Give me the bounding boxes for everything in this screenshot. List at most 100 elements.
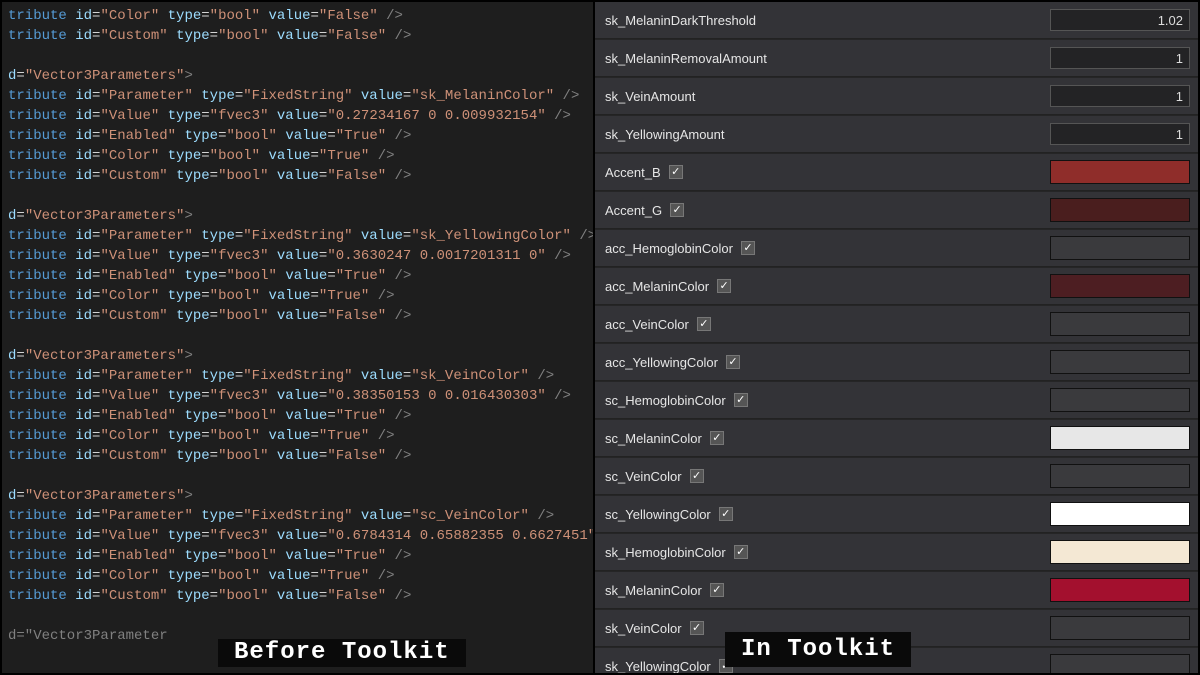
color-swatch[interactable]: [1050, 426, 1190, 450]
property-row-color: acc_YellowingColor ✓: [595, 344, 1198, 381]
property-label: sk_MelaninColor: [605, 583, 702, 598]
code-line: tribute id="Value" type="fvec3" value="0…: [8, 246, 587, 266]
code-line: tribute id="Color" type="bool" value="Fa…: [8, 6, 587, 26]
caption-before-toolkit: Before Toolkit: [218, 639, 466, 667]
property-row-numeric: sk_YellowingAmount 1: [595, 116, 1198, 153]
property-label: sk_YellowingColor: [605, 659, 711, 674]
code-line: tribute id="Parameter" type="FixedString…: [8, 226, 587, 246]
property-label: Accent_G: [605, 203, 662, 218]
checkbox-icon[interactable]: ✓: [697, 317, 711, 331]
property-row-color: sc_VeinColor ✓: [595, 458, 1198, 495]
code-line: tribute id="Parameter" type="FixedString…: [8, 86, 587, 106]
blank-line: [8, 46, 587, 66]
code-line: tribute id="Color" type="bool" value="Tr…: [8, 286, 587, 306]
property-row-color: sc_HemoglobinColor ✓: [595, 382, 1198, 419]
property-row-numeric: sk_MelaninDarkThreshold 1.02: [595, 2, 1198, 39]
property-label: sk_MelaninDarkThreshold: [605, 13, 756, 28]
property-row-color: Accent_G ✓: [595, 192, 1198, 229]
checkbox-icon[interactable]: ✓: [734, 545, 748, 559]
blank-line: [8, 606, 587, 626]
code-line: tribute id="Value" type="fvec3" value="0…: [8, 106, 587, 126]
property-row-color: sk_HemoglobinColor ✓: [595, 534, 1198, 571]
property-label: acc_YellowingColor: [605, 355, 718, 370]
property-row-color: acc_VeinColor ✓: [595, 306, 1198, 343]
property-label: sk_YellowingAmount: [605, 127, 724, 142]
code-line: tribute id="Value" type="fvec3" value="0…: [8, 526, 587, 546]
property-row-color: sc_MelaninColor ✓: [595, 420, 1198, 457]
checkbox-icon[interactable]: ✓: [726, 355, 740, 369]
color-swatch[interactable]: [1050, 616, 1190, 640]
property-list: sk_MelaninDarkThreshold 1.02 sk_MelaninRem…: [595, 2, 1198, 673]
property-label: sk_HemoglobinColor: [605, 545, 726, 560]
property-row-color: acc_HemoglobinColor ✓: [595, 230, 1198, 267]
numeric-input[interactable]: 1: [1050, 123, 1190, 145]
property-row-color: acc_MelaninColor ✓: [595, 268, 1198, 305]
color-swatch[interactable]: [1050, 578, 1190, 602]
color-swatch[interactable]: [1050, 198, 1190, 222]
checkbox-icon[interactable]: ✓: [710, 583, 724, 597]
property-label: sk_VeinAmount: [605, 89, 695, 104]
property-label: Accent_B: [605, 165, 661, 180]
color-swatch[interactable]: [1050, 274, 1190, 298]
property-label: acc_HemoglobinColor: [605, 241, 733, 256]
property-label: acc_MelaninColor: [605, 279, 709, 294]
numeric-input[interactable]: 1: [1050, 85, 1190, 107]
property-label: sc_MelaninColor: [605, 431, 702, 446]
code-line: d="Vector3Parameters">: [8, 66, 587, 86]
numeric-input[interactable]: 1.02: [1050, 9, 1190, 31]
checkbox-icon[interactable]: ✓: [717, 279, 731, 293]
checkbox-icon[interactable]: ✓: [690, 469, 704, 483]
code-line: tribute id="Value" type="fvec3" value="0…: [8, 386, 587, 406]
code-line: tribute id="Parameter" type="FixedString…: [8, 366, 587, 386]
checkbox-icon[interactable]: ✓: [670, 203, 684, 217]
code-panel: tribute id="Color" type="bool" value="Fa…: [2, 2, 595, 673]
blank-line: [8, 326, 587, 346]
color-swatch[interactable]: [1050, 350, 1190, 374]
checkbox-icon[interactable]: ✓: [690, 621, 704, 635]
code-line: tribute id="Color" type="bool" value="Tr…: [8, 426, 587, 446]
color-swatch[interactable]: [1050, 312, 1190, 336]
blank-line: [8, 466, 587, 486]
property-label: sc_HemoglobinColor: [605, 393, 726, 408]
code-line: tribute id="Enabled" type="bool" value="…: [8, 546, 587, 566]
code-line: tribute id="Enabled" type="bool" value="…: [8, 126, 587, 146]
code-line: tribute id="Custom" type="bool" value="F…: [8, 446, 587, 466]
code-line: d="Vector3Parameters">: [8, 346, 587, 366]
checkbox-icon[interactable]: ✓: [710, 431, 724, 445]
property-label: sc_VeinColor: [605, 469, 682, 484]
code-line: d="Vector3Parameters">: [8, 206, 587, 226]
color-swatch[interactable]: [1050, 160, 1190, 184]
caption-in-toolkit: In Toolkit: [725, 632, 911, 667]
blank-line: [8, 186, 587, 206]
color-swatch[interactable]: [1050, 540, 1190, 564]
code-line: tribute id="Custom" type="bool" value="F…: [8, 166, 587, 186]
property-label: acc_VeinColor: [605, 317, 689, 332]
checkbox-icon[interactable]: ✓: [734, 393, 748, 407]
property-row-color: sc_YellowingColor✓: [595, 496, 1198, 533]
code-line: d="Vector3Parameters">: [8, 486, 587, 506]
property-panel: sk_MelaninDarkThreshold 1.02 sk_MelaninRem…: [595, 2, 1198, 673]
color-swatch[interactable]: [1050, 236, 1190, 260]
code-line: tribute id="Custom" type="bool" value="F…: [8, 26, 587, 46]
code-line: tribute id="Custom" type="bool" value="F…: [8, 306, 587, 326]
xml-code: tribute id="Color" type="bool" value="Fa…: [8, 6, 587, 646]
property-label: sk_MelaninRemovalAmount: [605, 51, 767, 66]
property-row-numeric: sk_VeinAmount 1: [595, 78, 1198, 115]
checkbox-icon[interactable]: ✓: [741, 241, 755, 255]
property-label: sk_VeinColor: [605, 621, 682, 636]
code-line: tribute id="Enabled" type="bool" value="…: [8, 266, 587, 286]
color-swatch[interactable]: [1050, 464, 1190, 488]
code-line: tribute id="Color" type="bool" value="Tr…: [8, 146, 587, 166]
code-line: tribute id="Color" type="bool" value="Tr…: [8, 566, 587, 586]
checkbox-icon[interactable]: ✓: [719, 507, 733, 521]
property-row-color: Accent_B ✓: [595, 154, 1198, 191]
color-swatch[interactable]: [1050, 388, 1190, 412]
property-row-numeric: sk_MelaninRemovalAmount 1: [595, 40, 1198, 77]
code-line: tribute id="Custom" type="bool" value="F…: [8, 586, 587, 606]
code-line: tribute id="Enabled" type="bool" value="…: [8, 406, 587, 426]
color-swatch[interactable]: [1050, 502, 1190, 526]
code-line: tribute id="Parameter" type="FixedString…: [8, 506, 587, 526]
color-swatch[interactable]: [1050, 654, 1190, 673]
numeric-input[interactable]: 1: [1050, 47, 1190, 69]
checkbox-icon[interactable]: ✓: [669, 165, 683, 179]
